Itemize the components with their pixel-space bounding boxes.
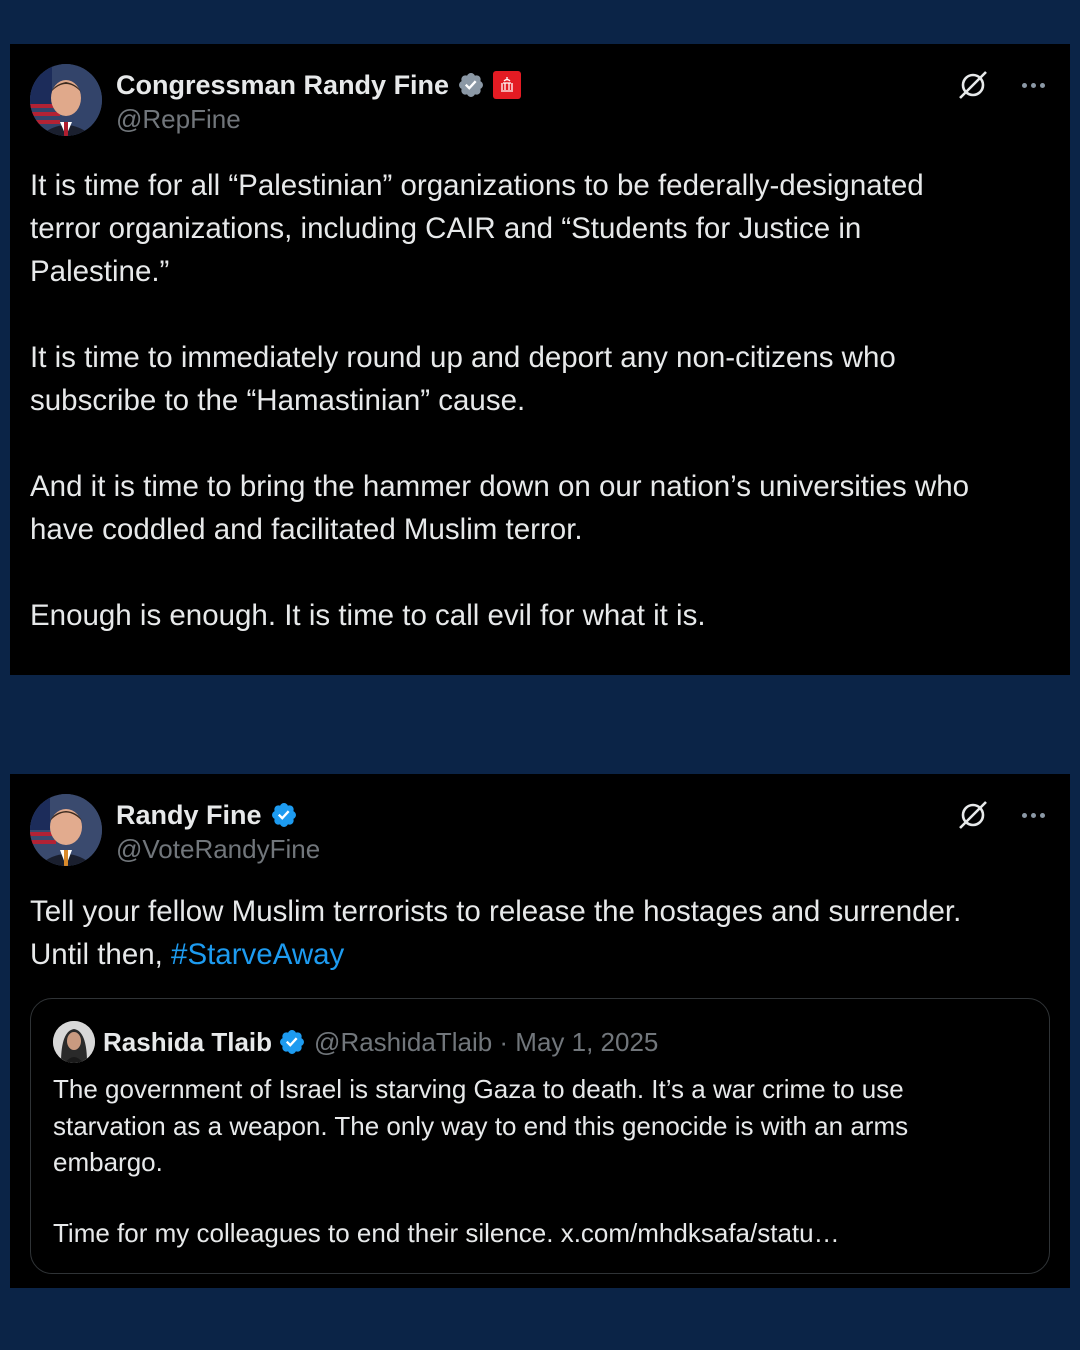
quoted-handle-date[interactable]: @RashidaTlaib · May 1, 2025 <box>314 1027 658 1058</box>
tweet-text-line: subscribe to the “Hamastinian” cause. <box>30 384 526 417</box>
tweet-text: Tell your fellow Muslim terrorists to re… <box>30 890 1050 976</box>
quoted-display-name[interactable]: Rashida Tlaib <box>103 1027 272 1058</box>
display-name[interactable]: Congressman Randy Fine <box>116 70 449 101</box>
affiliation-icon[interactable] <box>493 71 522 99</box>
name-row: Congressman Randy Fine <box>116 68 522 102</box>
handle[interactable]: @RepFine <box>116 104 241 135</box>
more-icon[interactable] <box>1016 68 1050 102</box>
handle[interactable]: @VoteRandyFine <box>116 834 320 865</box>
tweet-header: Congressman Randy Fine @RepFine <box>30 64 1050 136</box>
hashtag-link[interactable]: #StarveAway <box>171 938 344 971</box>
verified-badge-icon <box>280 1030 305 1054</box>
grok-icon[interactable] <box>956 68 990 102</box>
quoted-text-line: The government of Israel is starving Gaz… <box>53 1074 904 1104</box>
tweet-text-line: It is time to immediately round up and d… <box>30 341 896 374</box>
tweet-text-line: terror organizations, including CAIR and… <box>30 212 862 245</box>
avatar[interactable] <box>53 1021 95 1063</box>
avatar[interactable] <box>30 64 102 136</box>
tweet-text-line: Palestine.” <box>30 255 170 288</box>
tweet-text-line: Until then, #StarveAway <box>30 933 1050 976</box>
grok-icon[interactable] <box>956 798 990 832</box>
quoted-tweet[interactable]: Rashida Tlaib @RashidaTlaib · May 1, 202… <box>30 998 1050 1274</box>
tweet-card-voterandyfine[interactable]: Randy Fine @VoteRandyFine Tell your fell… <box>10 774 1070 1288</box>
tweet-text-line: And it is time to bring the hammer down … <box>30 470 970 503</box>
quoted-text-line: embargo. <box>53 1147 163 1177</box>
avatar[interactable] <box>30 794 102 866</box>
tweet-text-line: It is time for all “Palestinian” organiz… <box>30 169 924 202</box>
quoted-text-line[interactable]: Time for my colleagues to end their sile… <box>53 1215 1033 1252</box>
tweet-text-fragment: Until then, <box>30 938 172 971</box>
tweet-text-line: Enough is enough. It is time to call evi… <box>30 599 706 632</box>
tweet-text: It is time for all “Palestinian” organiz… <box>30 164 1050 637</box>
more-icon[interactable] <box>1016 798 1050 832</box>
quoted-tweet-header: Rashida Tlaib @RashidaTlaib · May 1, 202… <box>53 1021 658 1063</box>
quoted-tweet-text: The government of Israel is starving Gaz… <box>53 1071 1033 1251</box>
tweet-card-repfine[interactable]: Congressman Randy Fine @RepFine It is ti… <box>10 44 1070 675</box>
tweet-text-line: Tell your fellow Muslim terrorists to re… <box>30 895 962 928</box>
quoted-text-line: starvation as a weapon. The only way to … <box>53 1110 909 1141</box>
display-name[interactable]: Randy Fine <box>116 800 262 831</box>
verified-badge-icon <box>271 803 296 827</box>
tweet-text-line: have coddled and facilitated Muslim terr… <box>30 513 583 546</box>
tweet-header: Randy Fine @VoteRandyFine <box>30 794 1050 866</box>
name-row: Randy Fine <box>116 798 298 832</box>
verified-badge-icon <box>459 73 484 97</box>
